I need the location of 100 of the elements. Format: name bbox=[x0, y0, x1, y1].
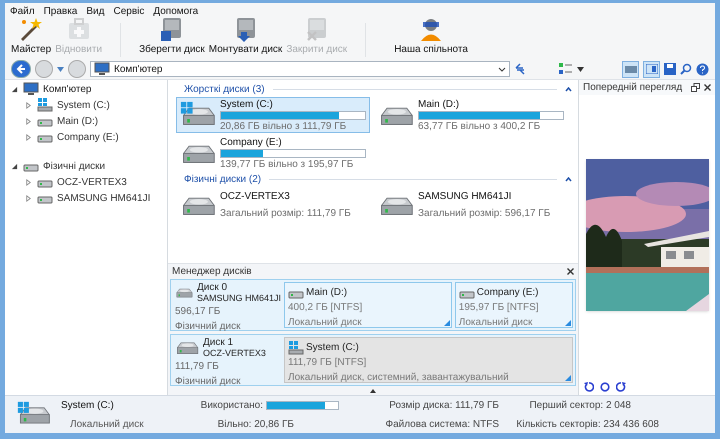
used-label: Використано: bbox=[200, 398, 263, 412]
flip-icon[interactable] bbox=[600, 382, 610, 392]
section-title: Жорсткі диски (3) bbox=[184, 82, 265, 96]
drive-view-button[interactable] bbox=[622, 60, 639, 78]
disk-size-text: Розмір диска: 111,79 ГБ bbox=[389, 398, 499, 412]
section-title: Фізичні диски (2) bbox=[184, 172, 262, 186]
tree-item[interactable]: OCZ-VERTEX3 bbox=[57, 174, 127, 190]
drive-name: Company (E:) bbox=[220, 136, 283, 148]
collapse-icon[interactable] bbox=[565, 176, 572, 182]
dropdown-caret-icon[interactable] bbox=[577, 66, 584, 72]
sector-count-text: Кількість секторів: 234 436 608 bbox=[516, 418, 659, 432]
disk-model: SAMSUNG HM641JI bbox=[196, 293, 281, 304]
dropdown-caret-icon[interactable] bbox=[498, 66, 506, 72]
disk-size-text: 111,79 ГБ bbox=[175, 360, 220, 374]
drive-tile[interactable]: Main (D:) 63,77 ГБ вільно з 400,2 ГБ bbox=[374, 97, 568, 133]
partition-block[interactable]: Main (D:) 400,2 ГБ [NTFS] Локальний диск bbox=[284, 282, 452, 328]
toolbar-button[interactable]: Зберегти диск bbox=[137, 16, 207, 57]
partition-name: Main (D:) bbox=[306, 286, 348, 300]
system-drive-icon bbox=[288, 340, 304, 354]
rotate-left-icon[interactable] bbox=[584, 382, 594, 392]
free-space-text: Вільно: 20,86 ГБ bbox=[218, 418, 294, 432]
save-icon[interactable] bbox=[664, 63, 676, 75]
expanded-arrow-icon[interactable] bbox=[11, 162, 19, 170]
resize-corner-icon bbox=[444, 320, 450, 326]
rotate-right-icon[interactable] bbox=[616, 382, 626, 392]
tree-item[interactable]: System (C:) bbox=[57, 98, 110, 112]
resize-corner-icon bbox=[565, 375, 571, 381]
system-drive-icon bbox=[37, 98, 53, 112]
disk-type-text: Фізичний диск bbox=[175, 375, 242, 389]
collapsed-arrow-icon[interactable] bbox=[25, 134, 33, 140]
disk-name[interactable]: OCZ-VERTEX3 bbox=[220, 189, 351, 204]
partition-name: Company (E:) bbox=[476, 286, 538, 300]
panel-title: Попередній перегляд bbox=[583, 81, 684, 95]
first-sector-text: Перший сектор: 2 048 bbox=[529, 398, 631, 412]
disk-title: Диск 1 bbox=[203, 337, 234, 348]
help-icon[interactable] bbox=[696, 62, 709, 76]
search-icon[interactable] bbox=[680, 63, 692, 75]
partition-block[interactable]: Company (E:) 195,97 ГБ [NTFS] Локальний диск bbox=[454, 282, 573, 328]
disk-type-text: Фізичний диск bbox=[175, 320, 242, 334]
partition-type-text: Локальний диск bbox=[458, 316, 532, 330]
toolbar-button[interactable]: Наша спільнота bbox=[392, 16, 470, 57]
disk-size-text: Загальний розмір: 111,79 ГБ bbox=[220, 207, 351, 221]
resize-corner-icon bbox=[565, 320, 571, 326]
undock-icon[interactable] bbox=[691, 83, 700, 92]
tree-item[interactable]: SAMSUNG HM641JI bbox=[57, 190, 150, 206]
partition-name: System (C:) bbox=[306, 341, 359, 355]
drive-space-text: 139,77 ГБ вільно з 195,97 ГБ bbox=[220, 158, 354, 170]
menu-item[interactable]: Сервіс bbox=[113, 4, 144, 18]
drive-name: Main (D:) bbox=[418, 98, 460, 110]
disk-name[interactable]: SAMSUNG HM641JI bbox=[418, 189, 550, 204]
status-drive-type: Локальний диск bbox=[69, 418, 145, 432]
collapsed-arrow-icon[interactable] bbox=[25, 178, 33, 186]
close-icon[interactable] bbox=[567, 268, 574, 275]
drive-space-text: 20,86 ГБ вільно з 111,79 ГБ bbox=[220, 120, 348, 132]
history-dropdown-icon[interactable] bbox=[57, 66, 64, 72]
left-arrow-icon bbox=[16, 64, 26, 74]
close-icon[interactable] bbox=[704, 84, 711, 91]
expanded-arrow-icon[interactable] bbox=[11, 86, 19, 92]
drive-tile[interactable]: System (C:) 20,86 ГБ вільно з 111,79 ГБ bbox=[176, 97, 370, 133]
drive-name: System (C:) bbox=[220, 98, 274, 110]
pane-layout-icon bbox=[646, 64, 658, 74]
disk-row[interactable]: Диск 0 SAMSUNG HM641JI 596,17 ГБ Фізичний диск Main (D:) 400,2 ГБ [NTFS] Локальний диск Company (E:) 195,97 ГБ [NTFS] Локальний диск bbox=[170, 279, 576, 331]
partition-type-text: Локальний диск bbox=[288, 316, 362, 330]
partition-size-text: 400,2 ГБ [NTFS] bbox=[288, 301, 364, 315]
address-field[interactable]: Комп'ютер bbox=[90, 61, 510, 77]
file-system-text: Файлова система: NTFS bbox=[385, 418, 499, 432]
disk-row[interactable]: Диск 1 OCZ-VERTEX3 111,79 ГБ Фізичний диск System (C:) 111,79 ГБ [NTFS] Локальний диск, системний, завантажувальний bbox=[170, 334, 576, 386]
menu-item[interactable]: Вид bbox=[86, 4, 104, 18]
panel-title: Менеджер дисків bbox=[172, 265, 253, 279]
computer-icon bbox=[23, 82, 39, 96]
tree-item[interactable]: Company (E:) bbox=[57, 130, 119, 144]
view-list-icon[interactable] bbox=[559, 63, 573, 75]
partition-size-text: 111,79 ГБ [NTFS] bbox=[288, 356, 368, 370]
collapsed-arrow-icon[interactable] bbox=[25, 118, 33, 124]
menu-item[interactable]: Файл bbox=[10, 4, 35, 18]
tree-item[interactable]: Комп'ютер bbox=[43, 82, 92, 96]
menu-item[interactable]: Допомога bbox=[153, 4, 198, 18]
computer-icon bbox=[94, 62, 110, 76]
menu-item[interactable]: Правка bbox=[44, 4, 78, 18]
disk-size-text: Загальний розмір: 596,17 ГБ bbox=[418, 207, 550, 221]
expand-arrow-icon[interactable] bbox=[370, 389, 376, 393]
collapse-icon[interactable] bbox=[565, 86, 572, 92]
tree-item[interactable]: Фізичні диски bbox=[43, 158, 106, 174]
drive-space-text: 63,77 ГБ вільно з 400,2 ГБ bbox=[418, 120, 542, 132]
drive-tile[interactable]: Company (E:) 139,77 ГБ вільно з 195,97 ГБ bbox=[176, 135, 370, 171]
disk-title: Диск 0 bbox=[196, 282, 228, 293]
disk-size-text: 596,17 ГБ bbox=[175, 305, 222, 319]
back-button[interactable] bbox=[11, 60, 31, 78]
partition-block[interactable]: System (C:) 111,79 ГБ [NTFS] Локальний диск, системний, завантажувальний bbox=[284, 337, 573, 383]
tree-item[interactable]: Main (D:) bbox=[57, 114, 98, 128]
preview-pane-button[interactable] bbox=[643, 60, 660, 78]
disk-model: OCZ-VERTEX3 bbox=[203, 348, 266, 359]
toolbar-button[interactable]: Монтувати диск bbox=[206, 16, 284, 57]
drive-icon bbox=[624, 64, 636, 74]
collapsed-arrow-icon[interactable] bbox=[25, 194, 33, 202]
toolbar-button[interactable]: Майстер bbox=[9, 16, 54, 57]
collapsed-arrow-icon[interactable] bbox=[25, 102, 33, 108]
partition-size-text: 195,97 ГБ [NTFS] bbox=[458, 301, 540, 315]
refresh-icon[interactable] bbox=[514, 63, 526, 75]
partition-type-text: Локальний диск, системний, завантажувальний bbox=[288, 371, 509, 385]
